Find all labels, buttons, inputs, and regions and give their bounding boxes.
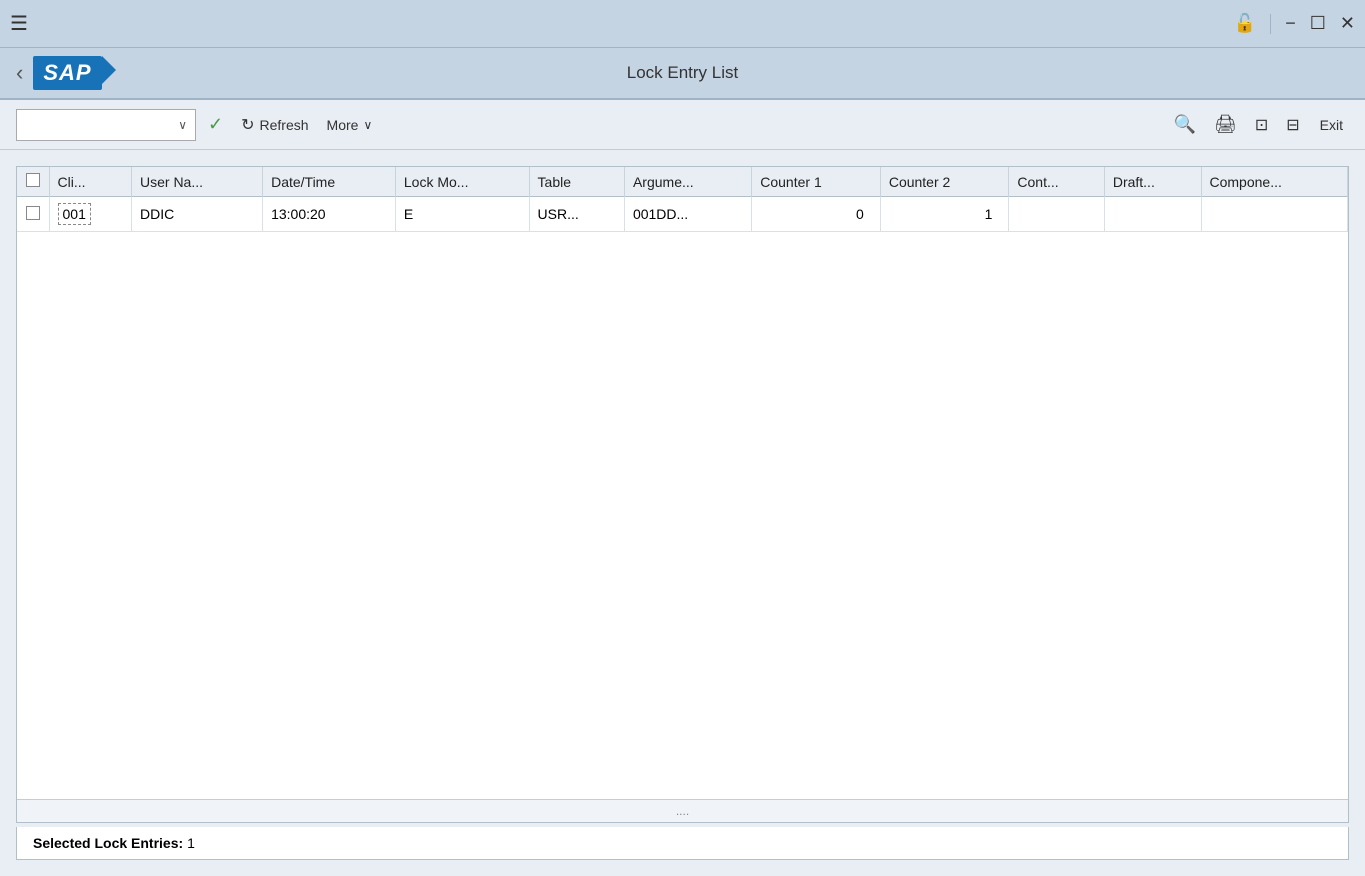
lock-icon: 🔓 [1234, 13, 1256, 34]
col-counter1: Counter 1 [752, 167, 881, 197]
header-checkbox-cell [17, 167, 49, 197]
cell-datetime: 13:00:20 [263, 197, 396, 232]
page-title: Lock Entry List [627, 63, 739, 83]
search-button[interactable]: 🔍 [1170, 110, 1200, 139]
client-value: 001 [58, 203, 91, 225]
toolbar-right: 🔍 🖨 ⊡ ⊟ Exit [1170, 110, 1349, 139]
lock-entries-table: Cli... User Na... Date/Time Lock Mo... T… [17, 167, 1348, 232]
cell-cont [1009, 197, 1104, 232]
maximize-button[interactable]: ☐ [1310, 13, 1326, 34]
cell-draft [1104, 197, 1201, 232]
main-content: Cli... User Na... Date/Time Lock Mo... T… [0, 150, 1365, 876]
col-client: Cli... [49, 167, 132, 197]
exit-button[interactable]: Exit [1314, 113, 1349, 137]
sap-logo-triangle [102, 56, 116, 84]
sap-header: ‹ SAP Lock Entry List [0, 48, 1365, 100]
chevron-down-icon: ∨ [178, 118, 187, 132]
status-label: Selected Lock Entries: [33, 835, 183, 851]
cell-username: DDIC [132, 197, 263, 232]
toolbar: ∨ ✓ ↻ Refresh More ∨ 🔍 🖨 ⊡ ⊟ Exit [0, 100, 1365, 150]
cell-component [1201, 197, 1348, 232]
status-bar: Selected Lock Entries: 1 [16, 827, 1349, 860]
table-container: Cli... User Na... Date/Time Lock Mo... T… [16, 166, 1349, 823]
col-datetime: Date/Time [263, 167, 396, 197]
table-divider[interactable]: .... [17, 799, 1348, 822]
close-button[interactable]: ✕ [1340, 13, 1355, 34]
status-value: 1 [187, 835, 195, 851]
window-sep [1270, 14, 1271, 34]
refresh-button[interactable]: ↻ Refresh [235, 111, 314, 139]
more-chevron-icon: ∨ [363, 118, 372, 132]
more-label: More [327, 117, 359, 133]
confirm-button[interactable]: ✓ [202, 110, 229, 139]
cell-lockmode: E [395, 197, 529, 232]
print-button[interactable]: 🖨 [1210, 110, 1241, 139]
minimize-button[interactable]: − [1285, 13, 1296, 34]
col-draft: Draft... [1104, 167, 1201, 197]
refresh-icon: ↻ [241, 115, 254, 135]
sap-logo: SAP [33, 56, 101, 90]
col-argument: Argume... [624, 167, 751, 197]
refresh-label: Refresh [260, 117, 309, 133]
table-row: 001 DDIC 13:00:20 E USR... 001DD... 0 1 [17, 197, 1348, 232]
col-table: Table [529, 167, 624, 197]
title-bar-left: ☰ [10, 11, 28, 36]
table-header-row: Cli... User Na... Date/Time Lock Mo... T… [17, 167, 1348, 197]
more-button[interactable]: More ∨ [321, 113, 379, 137]
collapse-button[interactable]: ⊟ [1282, 111, 1303, 139]
cell-counter2: 1 [880, 197, 1009, 232]
title-bar-controls: 🔓 − ☐ ✕ [1234, 13, 1355, 34]
col-username: User Na... [132, 167, 263, 197]
filter-select[interactable]: ∨ [16, 109, 196, 141]
row-checkbox-cell [17, 197, 49, 232]
col-counter2: Counter 2 [880, 167, 1009, 197]
cell-client: 001 [49, 197, 132, 232]
col-cont: Cont... [1009, 167, 1104, 197]
col-lockmode: Lock Mo... [395, 167, 529, 197]
cell-argument: 001DD... [624, 197, 751, 232]
col-component: Compone... [1201, 167, 1348, 197]
select-all-checkbox[interactable] [26, 173, 40, 187]
cell-table: USR... [529, 197, 624, 232]
table-empty-area [17, 232, 1348, 799]
sap-logo-text: SAP [43, 60, 91, 86]
cell-counter1: 0 [752, 197, 881, 232]
title-bar: ☰ 🔓 − ☐ ✕ [0, 0, 1365, 48]
row-checkbox[interactable] [26, 206, 40, 220]
expand-button[interactable]: ⊡ [1251, 111, 1272, 139]
back-button[interactable]: ‹ [16, 60, 23, 86]
hamburger-menu[interactable]: ☰ [10, 11, 28, 36]
